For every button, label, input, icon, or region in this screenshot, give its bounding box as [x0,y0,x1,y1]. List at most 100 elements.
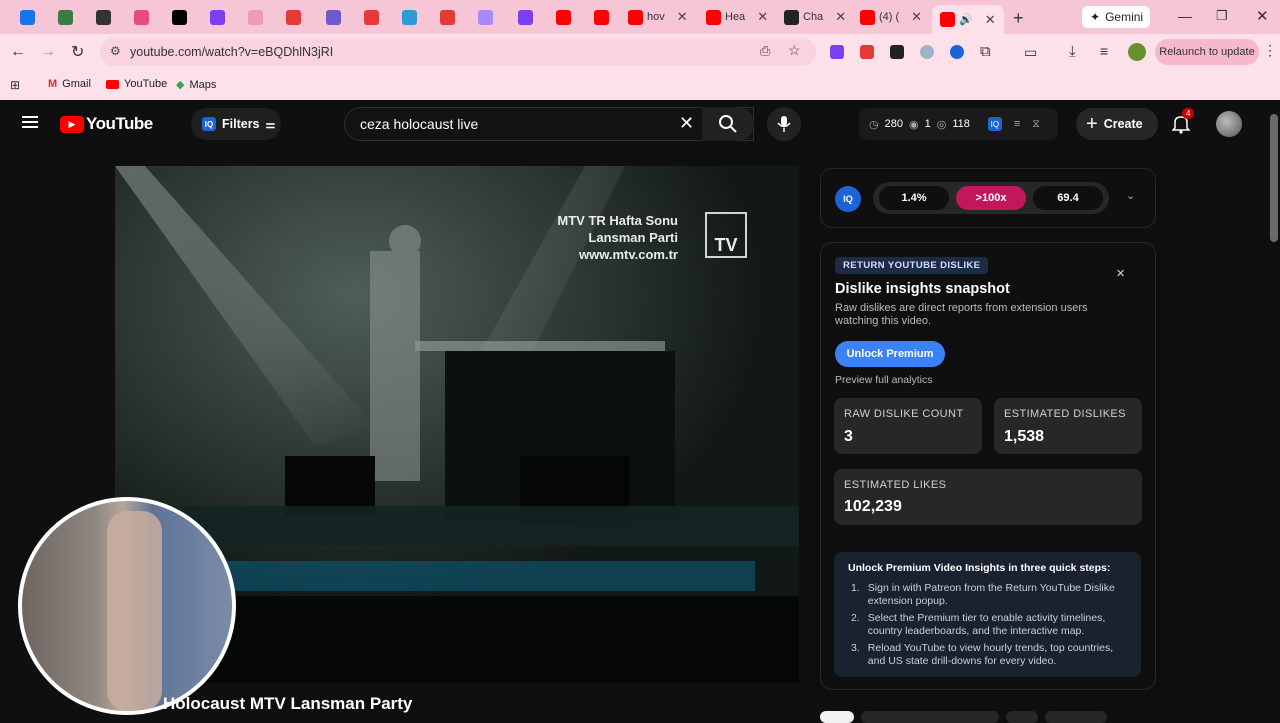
browser-tab[interactable] [556,5,571,29]
close-tab-icon[interactable]: ✕ [677,9,688,25]
plus-icon: + [1086,112,1098,135]
chevron-down-icon[interactable]: ⌄ [1126,189,1135,202]
browser-tab[interactable] [96,5,111,29]
browser-tab[interactable] [286,5,301,29]
step-item: 1. Sign in with Patreon from the Return Y… [851,582,1123,607]
unlock-premium-button[interactable]: Unlock Premium [835,341,945,367]
tab-favicon-icon [706,9,721,25]
iq-pill-1[interactable]: 1.4% [879,186,949,210]
list-icon[interactable]: ≡ [1014,118,1020,130]
gemini-tab[interactable]: ✦ Gemini [1082,6,1150,28]
close-tab-icon[interactable]: ✕ [985,12,996,28]
extensions-puzzle-icon[interactable]: ⧉ [980,43,991,60]
estimated-dislikes-card: ESTIMATED DISLIKES 1,538 [994,398,1142,454]
reload-icon[interactable]: ↻ [71,42,84,62]
iq-pill-3[interactable]: 69.4 [1033,186,1103,210]
mtv-logo: TV [705,212,747,258]
menu-kebab-icon[interactable]: ⋮ [1263,42,1277,59]
url-text[interactable]: youtube.com/watch?v=eBQDhlN3jRI [130,45,333,59]
close-tab-icon[interactable]: ✕ [911,9,922,25]
browser-tab[interactable] [210,5,225,29]
browser-tab[interactable] [364,5,379,29]
iq-small-icon[interactable]: IQ [987,117,1002,131]
estimated-likes-label: ESTIMATED LIKES [844,479,947,491]
browser-tab[interactable]: Cha ✕ [784,5,846,29]
bookmark-maps[interactable]: ◆ Maps [176,78,217,92]
media-control-icon[interactable]: ≡ [1100,43,1108,59]
search-input[interactable] [360,116,660,132]
browser-tab[interactable] [478,5,493,29]
create-button[interactable]: + Create [1076,108,1158,140]
clock-icon: ◷ [869,118,879,131]
new-tab-icon[interactable]: + [1013,8,1024,29]
browser-tab[interactable] [440,5,455,29]
bookmark-maps-label: Maps [189,78,217,91]
browser-tab[interactable] [248,5,263,29]
cast-icon[interactable]: ▭ [1024,44,1037,61]
close-tab-icon[interactable]: ✕ [757,9,768,25]
browser-tab[interactable]: Hea ✕ [706,5,768,29]
bookmark-gmail[interactable]: M Gmail [48,78,91,90]
video-title: Holocaust MTV Lansman Party [163,694,413,713]
bookmark-youtube[interactable]: YouTube [106,78,167,90]
raw-dislike-value: 3 [844,428,853,445]
install-icon[interactable]: ⎙ [760,43,770,59]
forward-icon[interactable]: → [40,43,56,61]
extension-shield-icon[interactable] [920,45,934,59]
tab-favicon-icon [326,9,341,25]
extension-game-icon[interactable] [890,45,904,59]
filters-button[interactable]: IQ Filters ⚌ [191,108,281,140]
browser-tab[interactable]: hov ✕ [628,5,688,29]
minimize-icon[interactable]: — [1178,8,1192,24]
close-panel-icon[interactable]: ✕ [1116,267,1125,280]
youtube-masthead: ▶ YouTube IQ Filters ⚌ ✕ ◷ 280 ◉ 1 ◎ 118… [0,100,1280,148]
chip-4[interactable] [1045,711,1107,723]
browser-tab[interactable] [172,5,187,29]
voice-search-button[interactable] [767,107,801,141]
maps-icon: ◆ [176,79,185,91]
download-icon[interactable]: ⤓ [1069,43,1076,60]
chip-all[interactable] [820,711,854,723]
browser-tab[interactable] [594,5,609,29]
browser-tab[interactable] [402,5,417,29]
clear-search-icon[interactable]: ✕ [679,113,694,134]
site-info-icon[interactable]: ⚙ [110,44,121,58]
tab-active[interactable]: 🔊 ✕ [932,5,1004,34]
youtube-logo[interactable]: ▶ YouTube [60,114,153,134]
chip-2[interactable] [861,711,999,723]
notifications-button[interactable]: 4 [1171,108,1195,134]
raw-dislike-card: RAW DISLIKE COUNT 3 [834,398,982,454]
search-button[interactable] [702,107,754,141]
search-box[interactable]: ✕ [344,107,754,141]
step-2-text: Select the Premium tier to enable activi… [867,612,1106,637]
browser-tab[interactable] [20,5,35,29]
restore-icon[interactable]: ❐ [1216,8,1228,24]
scrollbar-thumb[interactable] [1270,114,1278,242]
close-tab-icon[interactable]: ✕ [835,9,846,25]
eye-icon: ◉ [908,118,919,131]
page-scrollbar[interactable] [1268,100,1280,720]
iq-pill-bar: 1.4% >100x 69.4 [873,182,1109,214]
browser-tab[interactable]: (4) (✕ [860,5,922,29]
browser-tab[interactable] [58,5,73,29]
gmail-icon: M [48,78,58,90]
account-avatar[interactable] [1216,111,1242,137]
browser-tab[interactable] [518,5,533,29]
relaunch-button[interactable]: Relaunch to update [1155,39,1259,65]
iq-pill-2[interactable]: >100x [956,186,1026,210]
extension-twitch-icon[interactable] [830,45,844,59]
close-window-icon[interactable]: ✕ [1256,7,1269,25]
chip-3[interactable] [1006,711,1038,723]
apps-grid-icon[interactable]: ⊞ [10,78,20,92]
extension-iq-icon[interactable] [950,45,964,59]
stat-eye: 1 [924,118,931,130]
browser-tab[interactable] [134,5,149,29]
address-bar[interactable]: ⚙ youtube.com/watch?v=eBQDhlN3jRI ⎙ ☆ [100,38,816,66]
hamburger-menu-icon[interactable] [22,116,38,118]
back-icon[interactable]: ← [10,43,26,61]
hourglass-icon[interactable]: ⧖ [1032,118,1040,131]
profile-avatar[interactable] [1128,43,1146,61]
extension-dislike-icon[interactable] [860,45,874,59]
bookmark-star-icon[interactable]: ☆ [788,42,801,59]
browser-tab[interactable] [326,5,341,29]
